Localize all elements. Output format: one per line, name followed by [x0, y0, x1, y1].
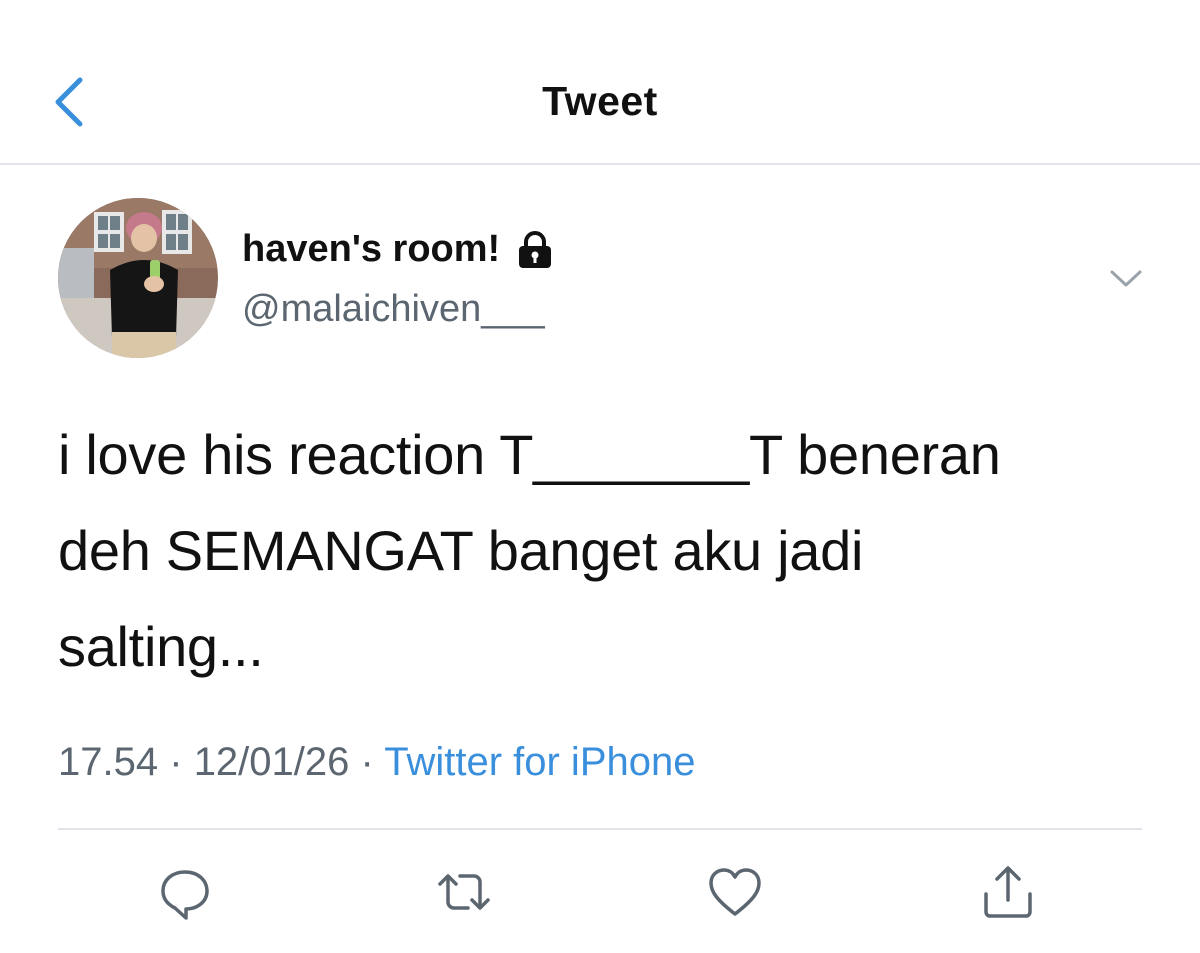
share-icon [984, 866, 1032, 918]
tweet-meta: 17.54 · 12/01/26 · Twitter for iPhone [58, 740, 695, 785]
more-options-button[interactable] [1103, 262, 1149, 294]
retweet-button[interactable] [434, 862, 494, 922]
top-bar: Tweet [0, 0, 1200, 165]
page-title: Tweet [542, 78, 658, 124]
retweet-icon [438, 874, 490, 910]
like-icon [709, 868, 761, 916]
share-button[interactable] [978, 862, 1038, 922]
like-button[interactable] [705, 862, 765, 922]
author-handle[interactable]: @malaichiven___ [242, 288, 545, 331]
tweet-text: i love his reaction T_______T beneran de… [58, 423, 1001, 678]
tweet-time: 17.54 [58, 740, 159, 784]
reply-button[interactable] [155, 862, 215, 922]
lock-icon [519, 230, 552, 268]
reply-icon [161, 870, 209, 920]
author-name-row: haven's room! [242, 228, 556, 271]
avatar[interactable] [58, 198, 218, 358]
chevron-down-icon [1110, 270, 1142, 287]
meta-separator: · [169, 740, 183, 784]
tweet-source-link[interactable]: Twitter for iPhone [384, 740, 695, 784]
tweet-date: 12/01/26 [193, 740, 350, 784]
display-name[interactable]: haven's room! [242, 228, 500, 271]
meta-separator: · [360, 740, 374, 784]
avatar-photo [58, 198, 218, 358]
divider [58, 828, 1142, 830]
